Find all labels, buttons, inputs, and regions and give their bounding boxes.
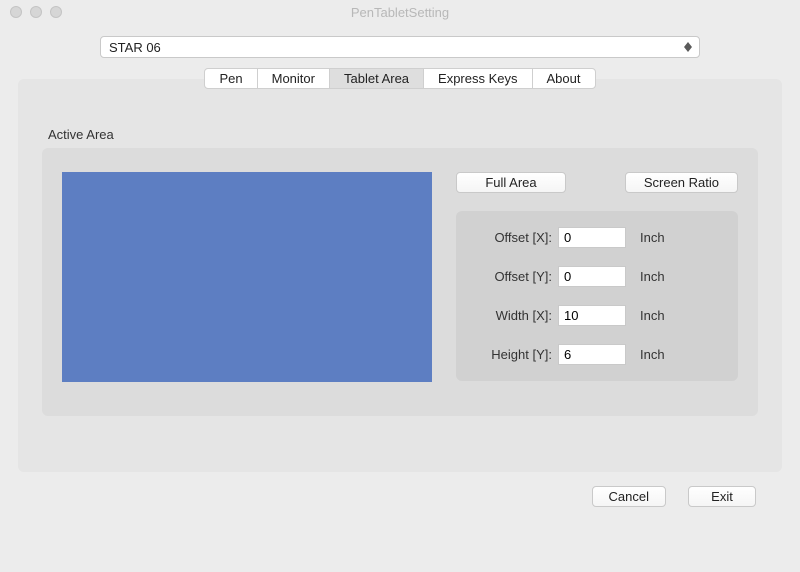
zoom-icon[interactable] bbox=[50, 6, 62, 18]
offset-x-unit: Inch bbox=[640, 230, 665, 245]
width-input[interactable] bbox=[558, 305, 626, 326]
area-preview[interactable] bbox=[62, 172, 432, 382]
window-controls bbox=[10, 6, 62, 18]
device-select-value: STAR 06 bbox=[109, 40, 161, 55]
tab-tablet-area[interactable]: Tablet Area bbox=[330, 69, 424, 88]
offset-x-input[interactable] bbox=[558, 227, 626, 248]
offset-y-label: Offset [Y]: bbox=[472, 269, 558, 284]
height-input[interactable] bbox=[558, 344, 626, 365]
screen-ratio-button[interactable]: Screen Ratio bbox=[625, 172, 738, 193]
width-label: Width [X]: bbox=[472, 308, 558, 323]
tab-panel: Active Area Full Area Screen Ratio Offse… bbox=[18, 79, 782, 472]
dimension-inputs: Offset [X]: Inch Offset [Y]: Inch Width … bbox=[456, 211, 738, 381]
tab-monitor[interactable]: Monitor bbox=[258, 69, 330, 88]
full-area-button[interactable]: Full Area bbox=[456, 172, 566, 193]
minimize-icon[interactable] bbox=[30, 6, 42, 18]
tab-about[interactable]: About bbox=[533, 69, 595, 88]
device-select[interactable]: STAR 06 bbox=[100, 36, 700, 58]
window-title: PenTabletSetting bbox=[0, 5, 800, 20]
titlebar: PenTabletSetting bbox=[0, 0, 800, 24]
offset-y-unit: Inch bbox=[640, 269, 665, 284]
offset-y-input[interactable] bbox=[558, 266, 626, 287]
cancel-button[interactable]: Cancel bbox=[592, 486, 666, 507]
tab-pen[interactable]: Pen bbox=[205, 69, 257, 88]
tab-express-keys[interactable]: Express Keys bbox=[424, 69, 532, 88]
tabs: Pen Monitor Tablet Area Express Keys Abo… bbox=[204, 68, 595, 89]
exit-button[interactable]: Exit bbox=[688, 486, 756, 507]
section-active-area-label: Active Area bbox=[48, 127, 758, 142]
width-unit: Inch bbox=[640, 308, 665, 323]
active-area-group: Full Area Screen Ratio Offset [X]: Inch … bbox=[42, 148, 758, 416]
close-icon[interactable] bbox=[10, 6, 22, 18]
footer-buttons: Cancel Exit bbox=[18, 472, 782, 507]
offset-x-label: Offset [X]: bbox=[472, 230, 558, 245]
chevron-up-down-icon bbox=[679, 39, 697, 55]
height-label: Height [Y]: bbox=[472, 347, 558, 362]
height-unit: Inch bbox=[640, 347, 665, 362]
